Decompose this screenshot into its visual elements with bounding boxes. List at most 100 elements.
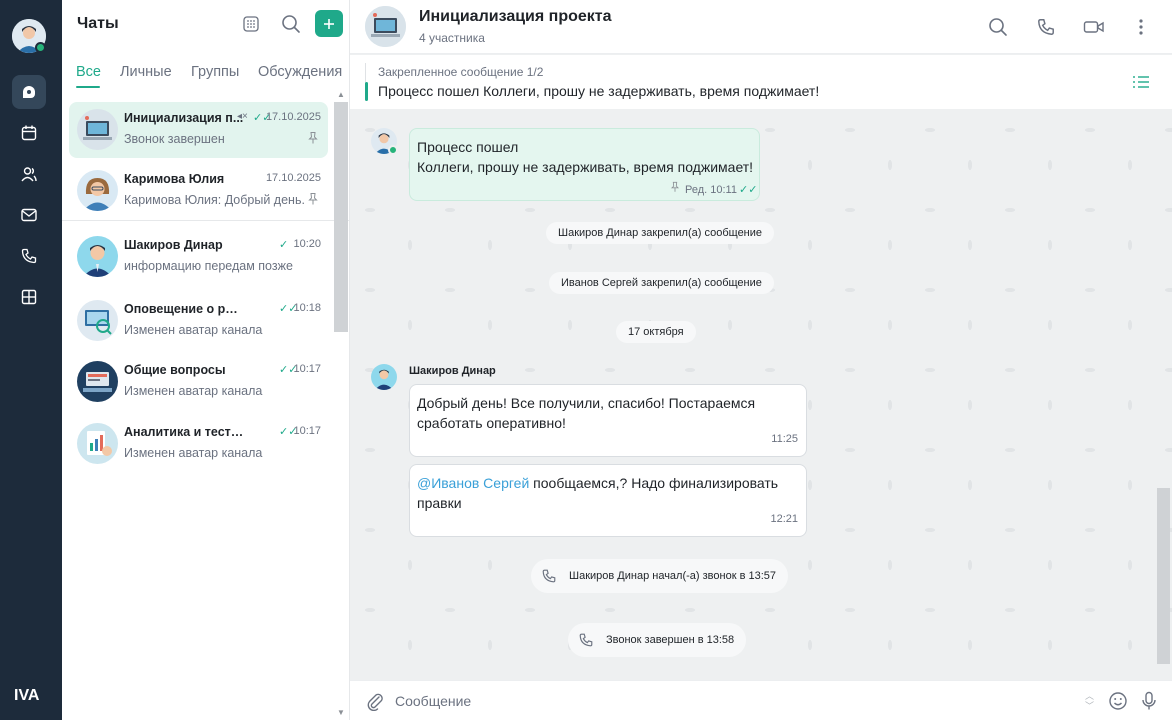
apps-icon	[21, 289, 37, 305]
message-text: Процесс пошел	[417, 139, 519, 155]
message-list: Процесс пошел Коллеги, прошу не задержив…	[350, 110, 1172, 680]
dialpad-button[interactable]	[237, 10, 265, 38]
message-bubble[interactable]: @Иванов Сергей пообщаемся,? Надо финализ…	[409, 464, 807, 537]
pinned-separator	[62, 220, 350, 221]
audio-call-button[interactable]	[1034, 14, 1058, 40]
more-options-button[interactable]	[1129, 14, 1153, 40]
user-mention[interactable]: @Иванов Сергей	[417, 475, 529, 491]
system-message: Шакиров Динар закрепил(а) сообщение	[546, 222, 775, 244]
sender-name[interactable]: Шакиров Динар	[409, 365, 496, 377]
chats-nav-button[interactable]	[12, 75, 46, 109]
channel-avatar	[77, 300, 118, 341]
pinned-label: Закрепленное сообщение 1/2	[378, 65, 544, 79]
chat-list-item[interactable]: Каримова Юлия 17.10.2025 Каримова Юлия: …	[69, 163, 328, 219]
plus-icon	[324, 18, 334, 29]
phone-icon	[21, 248, 37, 264]
chat-list-item[interactable]: Инициализация п... ◂× ✓✓ 17.10.2025 Звон…	[69, 102, 328, 158]
user-avatar	[77, 170, 118, 211]
message-edited-time: Ред. 10:11	[685, 184, 737, 196]
calls-nav-button[interactable]	[12, 239, 46, 273]
call-ended-message: Звонок завершен в 13:58	[568, 623, 747, 657]
user-avatar	[77, 236, 118, 277]
video-call-button[interactable]	[1082, 14, 1106, 40]
online-status-dot	[35, 42, 46, 53]
phone-icon	[579, 633, 593, 647]
chat-preview: Изменен аватар канала	[124, 446, 263, 460]
chat-name: Шакиров Динар	[124, 238, 223, 252]
contacts-icon	[21, 167, 37, 182]
more-vertical-icon	[1139, 19, 1143, 35]
chat-list-title: Чаты	[77, 15, 119, 32]
expand-input-icon[interactable]: ︿ ﹀	[1085, 691, 1094, 711]
message-input[interactable]: Сообщение	[395, 693, 471, 709]
search-in-chat-button[interactable]	[986, 14, 1010, 40]
date-separator: 17 октября	[616, 321, 696, 343]
mail-nav-button[interactable]	[12, 198, 46, 232]
chat-time: 17.10.2025	[265, 172, 321, 184]
chats-icon	[23, 86, 35, 98]
chat-time: 10:18	[293, 302, 321, 314]
scroll-down-arrow[interactable]: ▼	[337, 708, 345, 717]
scroll-up-arrow[interactable]: ▲	[337, 90, 345, 99]
sender-avatar[interactable]	[371, 364, 397, 390]
participants-count: 4 участника	[419, 31, 485, 45]
chat-time: 10:17	[293, 425, 321, 437]
chat-name: Общие вопросы	[124, 363, 226, 377]
pin-icon	[308, 132, 318, 144]
tab-discussions[interactable]: Обсуждения	[258, 64, 342, 80]
video-camera-icon	[1083, 21, 1104, 33]
paperclip-icon	[367, 693, 383, 711]
contacts-nav-button[interactable]	[12, 157, 46, 191]
pinned-message-bar[interactable]: Закрепленное сообщение 1/2 Процесс пошел…	[350, 55, 1172, 109]
pinned-list-icon[interactable]	[1131, 73, 1151, 91]
pin-icon	[670, 181, 680, 192]
chat-list-item[interactable]: Шакиров Динар ✓ 10:20 информацию передам…	[69, 229, 328, 285]
chat-name: Аналитика и тестирован...	[124, 425, 244, 439]
apps-nav-button[interactable]	[12, 280, 46, 314]
chat-preview: Изменен аватар канала	[124, 384, 263, 398]
read-ticks-icon: ✓✓	[739, 184, 758, 196]
voice-message-button[interactable]	[1138, 690, 1160, 712]
message-time: 11:25	[771, 433, 798, 445]
chat-filter-tabs: Все Личные Группы Обсуждения	[62, 58, 350, 90]
group-avatar	[77, 109, 118, 150]
chat-list-panel: Чаты Все Личные Группы Обсуждения Инициа…	[62, 0, 350, 720]
active-tab-indicator	[76, 86, 100, 88]
tab-all[interactable]: Все	[76, 64, 101, 80]
chat-preview: информацию передам позже	[124, 259, 293, 273]
message-bubble[interactable]: Добрый день! Все получили, спасибо! Пост…	[409, 384, 807, 457]
calendar-icon	[21, 125, 37, 141]
tab-personal[interactable]: Личные	[120, 64, 172, 80]
call-text: Шакиров Динар начал(-а) звонок в 13:57	[569, 570, 777, 582]
calendar-nav-button[interactable]	[12, 116, 46, 150]
chat-avatar[interactable]	[365, 6, 406, 47]
chat-name: Оповещение о релизах	[124, 302, 244, 316]
message-text: @Иванов Сергей пообщаемся,? Надо финализ…	[417, 473, 787, 513]
message-bubble-own[interactable]: Процесс пошел Коллеги, прошу не задержив…	[409, 128, 760, 201]
chat-list-item[interactable]: Общие вопросы ✓✓ 10:17 Изменен аватар ка…	[69, 354, 328, 410]
chat-list-item[interactable]: Аналитика и тестирован... ✓✓ 10:17 Измен…	[69, 416, 328, 472]
new-chat-button[interactable]	[315, 10, 343, 37]
message-time: 12:21	[770, 513, 798, 525]
attach-button[interactable]	[364, 690, 386, 712]
pin-icon	[308, 193, 318, 205]
call-text: Звонок завершен в 13:58	[606, 634, 735, 646]
chat-list-item[interactable]: Оповещение о релизах ✓✓ 10:18 Изменен ав…	[69, 293, 328, 349]
search-icon	[282, 15, 300, 33]
messages-scrollbar[interactable]	[1157, 488, 1170, 664]
tab-groups[interactable]: Группы	[191, 64, 239, 80]
chat-preview: Каримова Юлия: Добрый день.	[124, 193, 304, 207]
chat-preview: Изменен аватар канала	[124, 323, 263, 337]
channel-avatar	[77, 423, 118, 464]
chat-time: 10:17	[293, 363, 321, 375]
chat-list-scrollbar[interactable]	[334, 102, 348, 332]
sent-tick-icon: ✓	[279, 239, 289, 251]
chat-title[interactable]: Инициализация проекта	[419, 8, 612, 26]
system-message: Иванов Сергей закрепил(а) сообщение	[549, 272, 774, 294]
search-chats-button[interactable]	[277, 10, 305, 38]
emoji-button[interactable]	[1107, 690, 1129, 712]
phone-icon	[1038, 19, 1054, 35]
chat-area: Инициализация проекта 4 участника Закреп…	[350, 0, 1172, 720]
chat-header: Инициализация проекта 4 участника	[350, 0, 1172, 54]
microphone-icon	[1142, 691, 1156, 710]
